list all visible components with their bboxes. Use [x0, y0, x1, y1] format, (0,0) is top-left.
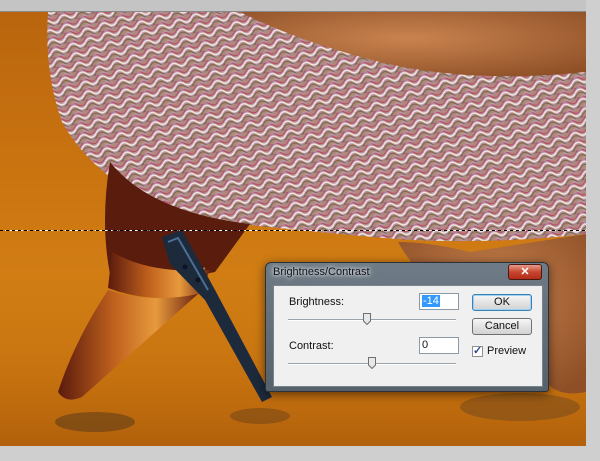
checkmark-icon: ✓ [473, 345, 483, 357]
ok-button[interactable]: OK [472, 294, 532, 311]
cancel-button[interactable]: Cancel [472, 318, 532, 335]
preview-label: Preview [487, 345, 527, 357]
brightness-contrast-dialog: Brightness/Contrast ✕ Brightness: -14 Co… [265, 262, 549, 392]
workspace-gutter-right [586, 0, 600, 461]
preview-checkbox[interactable]: ✓ [472, 345, 483, 357]
contrast-label: Contrast: [289, 340, 334, 352]
contrast-slider-thumb[interactable] [368, 357, 376, 369]
contrast-input[interactable]: 0 [419, 337, 459, 354]
selection-marquee [0, 230, 586, 231]
dialog-title: Brightness/Contrast [273, 266, 370, 278]
brightness-value: -14 [422, 295, 440, 307]
dialog-titlebar[interactable]: Brightness/Contrast ✕ [266, 263, 548, 283]
close-button[interactable]: ✕ [508, 264, 542, 280]
brightness-input[interactable]: -14 [419, 293, 459, 310]
dialog-body: Brightness: -14 Contrast: 0 OK Cancel ✓ … [273, 285, 543, 387]
close-icon: ✕ [520, 266, 530, 278]
brightness-slider-thumb[interactable] [362, 313, 371, 325]
contrast-value: 0 [422, 339, 429, 351]
workspace-gutter-bottom [0, 446, 600, 461]
brightness-slider-track[interactable] [288, 319, 456, 321]
brightness-label: Brightness: [289, 296, 345, 308]
